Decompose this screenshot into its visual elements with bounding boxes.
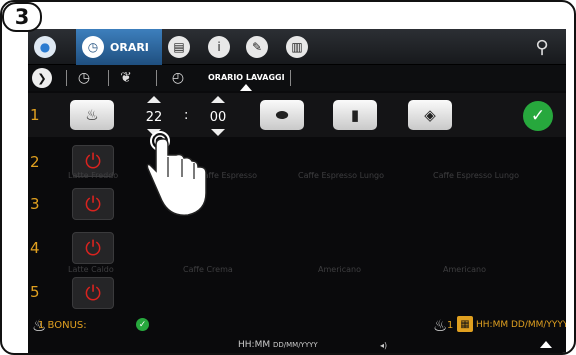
ghost-beverage-label: Americano <box>318 265 361 274</box>
step-number: 3 <box>2 2 42 32</box>
row-number: 3 <box>30 195 40 213</box>
row-number: 1 <box>30 106 40 124</box>
clock-icon[interactable]: ◴ <box>168 68 188 88</box>
right-count: 1 <box>447 320 454 331</box>
instruction-frame: 3 ● ◷ ORARI ▤ i ✎ ▥ ⚲ ❯ ◷ ❦ ◴ ORARIO LAV… <box>0 0 576 355</box>
ghost-beverage-label: Latte Caldo <box>68 265 114 274</box>
hours-up-arrow[interactable] <box>147 96 161 103</box>
tablet-icon[interactable]: ◈ <box>408 100 452 130</box>
time-separator: : <box>184 108 189 123</box>
minutes-up-arrow[interactable] <box>211 96 225 103</box>
pencil-icon[interactable]: ✎ <box>246 36 268 58</box>
date-text: DD/MM/YYYY <box>272 341 318 349</box>
ghost-beverage-label: Caffe Espresso Lungo <box>433 171 520 180</box>
confirm-check-button[interactable]: ✓ <box>523 101 553 131</box>
power-icon[interactable]: ⏻ <box>72 188 114 220</box>
separator <box>66 70 67 86</box>
wrench-icon[interactable]: ⚲ <box>518 29 566 65</box>
datetime-right: HH:MM DD/MM/YYYY <box>476 320 566 330</box>
separator <box>156 70 157 86</box>
tab-orari[interactable]: ◷ ORARI <box>76 29 162 65</box>
speaker-icon: ◂) <box>380 341 388 350</box>
stats-icon[interactable]: ▥ <box>286 36 308 58</box>
chevron-right-icon[interactable]: ❯ <box>32 68 52 88</box>
ghost-beverage-label: Caffe Espresso Lungo <box>298 171 385 180</box>
datetime-center: HH:MM DD/MM/YYYY <box>238 340 318 350</box>
row-number: 5 <box>30 283 40 301</box>
row-number: 2 <box>30 153 40 171</box>
info-icon[interactable]: i <box>208 36 230 58</box>
tab-orari-label: ORARI <box>110 41 149 54</box>
hours-value[interactable]: 22 <box>139 108 169 126</box>
bonus-label: 1 BONUS: <box>38 320 87 331</box>
milk-cup-icon: ♨ <box>433 316 448 335</box>
time-text: HH:MM <box>238 340 271 350</box>
ghost-beverage-label: Latte Freddo <box>68 171 119 180</box>
calendar-icon[interactable]: ▤ <box>168 36 190 58</box>
calendar-icon: ▦ <box>457 316 473 332</box>
ghost-beverage-label: Americano <box>443 265 486 274</box>
milk-cup-icon[interactable]: ♨ <box>70 100 114 130</box>
separator <box>108 70 109 86</box>
leaf-icon[interactable]: ❦ <box>116 68 136 88</box>
sub-bar: ❯ ◷ ❦ ◴ ORARIO LAVAGGI <box>28 65 566 91</box>
ghost-beverage-label: Caffe Crema <box>183 265 233 274</box>
minutes-value[interactable]: 00 <box>203 108 233 126</box>
power-icon[interactable]: ⏻ <box>72 232 114 264</box>
separator <box>290 70 291 86</box>
top-bar: ● ◷ ORARI ▤ i ✎ ▥ ⚲ <box>28 29 566 65</box>
coffee-bean-icon[interactable]: ⬬ <box>260 100 304 130</box>
clock-icon[interactable]: ◷ <box>74 68 94 88</box>
power-icon[interactable]: ⏻ <box>72 277 114 309</box>
schedule-row-1: 1 ♨ 22 : 00 ⬬ ▮ ◈ ✓ <box>28 93 566 137</box>
hand-pointer-icon <box>146 131 207 216</box>
row-number: 4 <box>30 239 40 257</box>
sub-tab-label[interactable]: ORARIO LAVAGGI <box>208 73 285 82</box>
machine-screen: ● ◷ ORARI ▤ i ✎ ▥ ⚲ ❯ ◷ ❦ ◴ ORARIO LAVAG… <box>28 29 566 353</box>
active-tab-indicator <box>240 84 252 91</box>
clock-icon: ◷ <box>82 36 104 58</box>
thermometer-bottle-icon[interactable]: ▮ <box>333 100 377 130</box>
check-icon: ✓ <box>136 318 149 331</box>
water-drop-icon[interactable]: ● <box>34 36 56 58</box>
status-bar: ♨ 1 BONUS: ✓ ♨ 1 ▦ HH:MM DD/MM/YYYY HH:M… <box>28 313 566 353</box>
chevron-up-icon[interactable] <box>540 341 552 348</box>
